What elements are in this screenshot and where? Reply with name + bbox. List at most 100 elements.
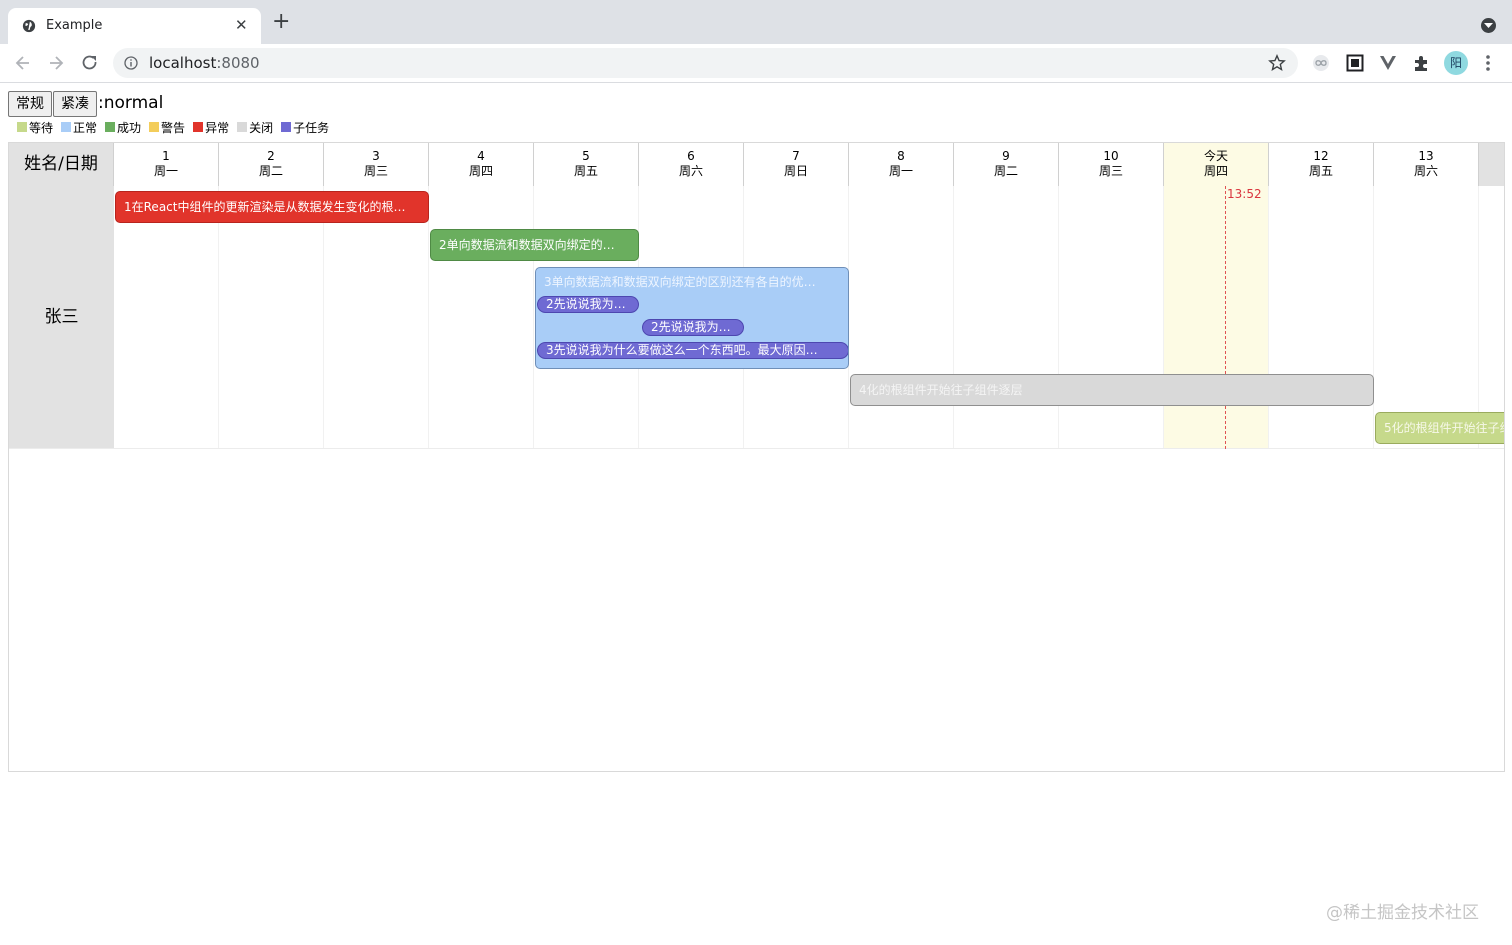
back-icon[interactable] (13, 53, 33, 73)
forward-icon[interactable] (46, 53, 66, 73)
tab-title: Example (46, 18, 103, 33)
legend-swatch (61, 122, 72, 132)
legend-label: 警告 (161, 120, 186, 135)
legend-item: 警告 (149, 119, 185, 135)
header-weekday: 周三 (363, 164, 388, 178)
compact-mode-button[interactable]: 紧凑 (53, 91, 97, 117)
header-day: 3 周三 (324, 143, 429, 186)
header-day-number: 3 (372, 149, 380, 163)
watermark: @稀土掘金技术社区 (1326, 903, 1479, 923)
header-day-number: 6 (687, 149, 695, 163)
extensions-puzzle-icon[interactable] (1412, 54, 1430, 72)
mode-label: :normal (98, 93, 164, 113)
subtask-pill[interactable]: 2先说说我为… (537, 296, 639, 313)
task-bar[interactable]: 3单向数据流和数据双向绑定的区别还有各自的优… 2先说说我为… 2先说说我为… 3先说… (535, 267, 849, 369)
profile-avatar[interactable]: 阳 (1444, 51, 1468, 75)
header-day-number: 9 (1002, 149, 1010, 163)
legend-swatch (105, 122, 116, 132)
legend-label: 等待 (29, 120, 54, 135)
header-weekday: 周四 (468, 164, 493, 178)
header-day: 5 周五 (534, 143, 639, 186)
header-day-number: 5 (582, 149, 590, 163)
task-label: 5化的根组件开始往子组件逐层 (1384, 421, 1504, 435)
day-cell (1164, 186, 1269, 449)
legend-item: 正常 (61, 119, 97, 135)
extension-square-icon[interactable] (1346, 54, 1364, 72)
legend-label: 关闭 (249, 120, 274, 135)
browser-toolbar: localhost:8080 阳 (0, 44, 1512, 83)
url-text: localhost:8080 (149, 54, 260, 72)
header-day-number: 7 (792, 149, 800, 163)
legend-swatch (281, 122, 292, 132)
legend-item: 成功 (105, 119, 141, 135)
header-day-number: 12 (1313, 149, 1329, 163)
header-day: 10 周三 (1059, 143, 1164, 186)
task-label: 1在React中组件的更新渲染是从数据发生变化的根… (124, 200, 406, 214)
header-day-number: 10 (1103, 149, 1119, 163)
subtask-pill[interactable]: 2先说说我为… (642, 319, 744, 336)
header-day: 13 周六 (1374, 143, 1479, 186)
more-menu-icon[interactable] (1485, 54, 1491, 72)
current-time-label: 13:52 (1227, 187, 1262, 201)
legend-item: 子任务 (281, 119, 329, 135)
url-port: :8080 (216, 54, 260, 72)
day-cell (1269, 186, 1374, 449)
task-bar[interactable]: 5化的根组件开始往子组件逐层 (1375, 412, 1504, 444)
normal-mode-button[interactable]: 常规 (8, 91, 52, 117)
legend-swatch (193, 122, 204, 132)
day-cell (1374, 186, 1479, 449)
header-day: 9 周二 (954, 143, 1059, 186)
new-tab-icon[interactable]: + (272, 11, 290, 33)
header-day: 7 周日 (744, 143, 849, 186)
gantt-chart: 姓名/日期 1 周一 2 周二 3 周三 4 周四 5 周五 6 周六 7 周日 8 周一 9 周二 10 周三 今天周… (8, 142, 1505, 772)
header-day-number: 13 (1418, 149, 1434, 163)
legend-swatch (17, 122, 27, 132)
reload-icon[interactable] (80, 53, 100, 73)
legend-item: 关闭 (237, 119, 273, 135)
header-day-number: 1 (162, 149, 170, 163)
header-weekday: 周三 (1098, 164, 1123, 178)
globe-icon (22, 19, 36, 33)
legend-label: 正常 (73, 120, 98, 135)
browser-tab[interactable]: Example ✕ (8, 8, 261, 44)
header-day: 4 周四 (429, 143, 534, 186)
info-icon[interactable] (124, 56, 138, 70)
task-bar[interactable]: 2单向数据流和数据双向绑定的… (430, 229, 639, 261)
legend-item: 等待 (17, 119, 53, 135)
header-weekday: 周五 (1308, 164, 1333, 178)
extension-infinity-icon[interactable] (1312, 54, 1330, 72)
header-day-number: 8 (897, 149, 905, 163)
legend-label: 异常 (205, 120, 230, 135)
task-label: 4化的根组件开始往子组件逐层 (859, 383, 1023, 397)
close-tab-icon[interactable]: ✕ (235, 17, 248, 33)
header-day: 2 周二 (219, 143, 324, 186)
status-legend: 等待 正常 成功 警告 异常 关闭 子任务 (17, 119, 337, 135)
current-time-line (1225, 186, 1226, 449)
header-day-number: 2 (267, 149, 275, 163)
legend-item: 异常 (193, 119, 229, 135)
legend-label: 子任务 (293, 120, 330, 135)
day-cell (114, 186, 219, 449)
header-day-number: 4 (477, 149, 485, 163)
extension-vue-icon[interactable] (1379, 54, 1397, 72)
task-label: 2单向数据流和数据双向绑定的… (439, 238, 615, 252)
address-bar[interactable]: localhost:8080 (113, 48, 1298, 78)
header-day-today: 今天 周四 (1164, 143, 1269, 186)
tab-search-icon[interactable] (1481, 18, 1496, 33)
header-weekday: 周四 (1203, 164, 1228, 178)
header-weekday: 周一 (888, 164, 913, 178)
header-weekday: 周二 (258, 164, 283, 178)
task-bar[interactable]: 1在React中组件的更新渲染是从数据发生变化的根… (115, 191, 429, 223)
bookmark-star-icon[interactable] (1268, 54, 1286, 72)
legend-swatch (237, 122, 248, 132)
header-day: 8 周一 (849, 143, 954, 186)
task-bar[interactable]: 4化的根组件开始往子组件逐层 (850, 374, 1374, 406)
row-name: 张三 (9, 186, 114, 449)
day-cell (1059, 186, 1164, 449)
header-weekday: 周五 (573, 164, 598, 178)
header-day: 12 周五 (1269, 143, 1374, 186)
legend-swatch (149, 122, 160, 132)
day-cell (324, 186, 429, 449)
day-cell (954, 186, 1059, 449)
subtask-pill[interactable]: 3先说说我为什么要做这么一个东西吧。最大原因… (537, 342, 848, 359)
